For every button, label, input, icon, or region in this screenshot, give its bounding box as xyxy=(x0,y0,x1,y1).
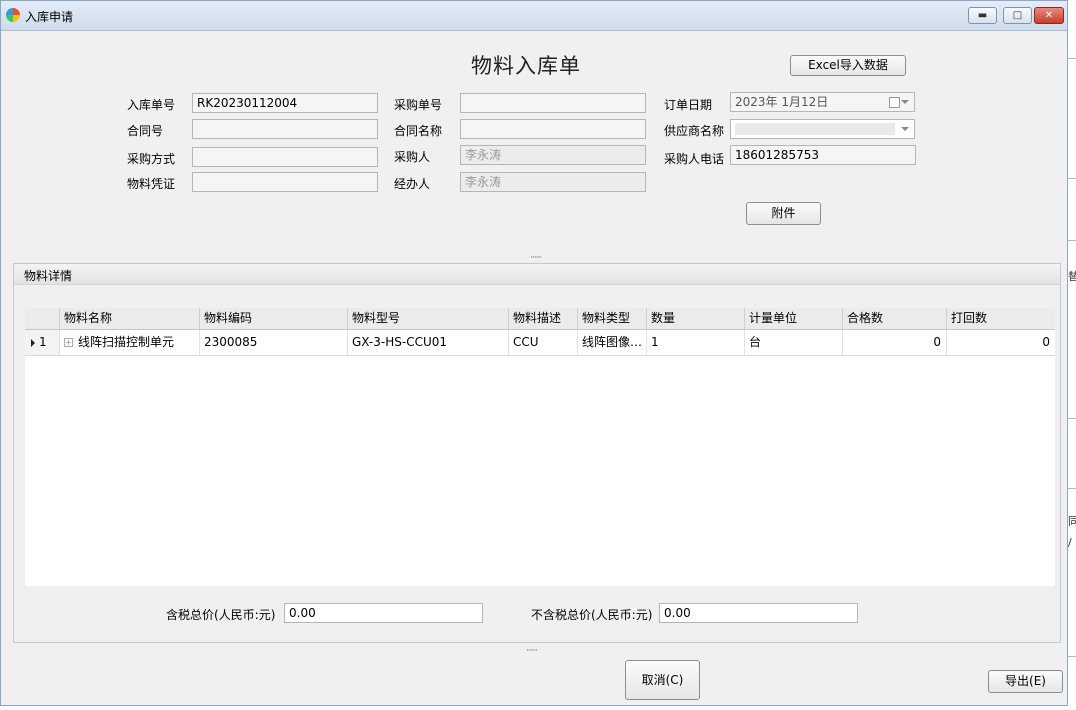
edge-divider xyxy=(1068,58,1076,59)
current-row-icon xyxy=(31,339,35,347)
edge-divider xyxy=(1068,418,1076,419)
purchaser-phone-label: 采购人电话 xyxy=(664,152,725,166)
chevron-down-icon[interactable] xyxy=(901,127,909,131)
minimize-icon: ▬ xyxy=(977,10,988,21)
chevron-down-icon[interactable] xyxy=(901,100,909,104)
contract-name-field[interactable] xyxy=(460,119,646,139)
material-grid: 物料名称 物料编码 物料型号 物料描述 物料类型 数量 计量单位 合格数 打回数… xyxy=(25,308,1055,586)
col-header-unit[interactable]: 计量单位 xyxy=(745,308,843,329)
edge-divider xyxy=(1068,240,1076,241)
export-button[interactable]: 导出(E) xyxy=(988,670,1063,693)
app-logo-icon xyxy=(6,8,20,22)
notax-total-field[interactable]: 0.00 xyxy=(659,603,858,623)
edge-divider xyxy=(1068,656,1076,657)
contract-no-field[interactable] xyxy=(192,119,378,139)
edge-divider xyxy=(1068,488,1076,489)
title-bar: 入库申请 ▬ □ ✕ xyxy=(1,1,1067,31)
material-voucher-label: 物料凭证 xyxy=(127,177,176,191)
tax-total-field[interactable]: 0.00 xyxy=(284,603,483,623)
background-text-fragment: 替 xyxy=(1068,270,1076,283)
cell-model[interactable]: GX-3-HS-CCU01 xyxy=(348,330,509,355)
cell-type[interactable]: 线阵图像… xyxy=(578,330,647,355)
row-indicator: 1 xyxy=(25,330,60,355)
calendar-icon[interactable] xyxy=(889,97,900,108)
col-header-qualified[interactable]: 合格数 xyxy=(843,308,947,329)
background-window-edge xyxy=(1068,0,1076,710)
edge-divider xyxy=(1068,178,1076,179)
inbound-no-label: 入库单号 xyxy=(127,98,176,112)
order-date-label: 订单日期 xyxy=(664,98,713,112)
cell-code[interactable]: 2300085 xyxy=(200,330,348,355)
excel-import-button[interactable]: Excel导入数据 xyxy=(790,55,906,76)
purchase-method-field[interactable] xyxy=(192,147,378,167)
purchaser-phone-field[interactable]: 18601285753 xyxy=(730,145,916,165)
splitter-handle[interactable]: ······ xyxy=(530,253,542,263)
cell-quantity[interactable]: 1 xyxy=(647,330,745,355)
material-voucher-field[interactable] xyxy=(192,172,378,192)
attachment-button[interactable]: 附件 xyxy=(746,202,821,225)
purchase-no-label: 采购单号 xyxy=(394,98,443,112)
supplier-label: 供应商名称 xyxy=(664,124,725,138)
close-icon: ✕ xyxy=(1044,10,1054,21)
maximize-icon: □ xyxy=(1012,10,1023,21)
row-number: 1 xyxy=(39,335,47,349)
purchaser-field[interactable]: 李永涛 xyxy=(460,145,646,165)
supplier-select-fill xyxy=(735,123,895,135)
cell-name[interactable]: + 线阵扫描控制单元 xyxy=(60,330,200,355)
col-header-model[interactable]: 物料型号 xyxy=(348,308,509,329)
background-text-fragment: / xyxy=(1068,536,1072,549)
group-header: 物料详情 xyxy=(14,264,1060,285)
row-indicator-header xyxy=(25,308,60,329)
purchase-no-field[interactable] xyxy=(460,93,646,113)
background-text-fragment: 同 xyxy=(1068,515,1076,528)
form-title: 物料入库单 xyxy=(471,54,581,78)
tax-total-label: 含税总价(人民币:元) xyxy=(166,608,276,622)
window-title: 入库申请 xyxy=(25,10,74,24)
expand-icon[interactable]: + xyxy=(64,338,73,347)
col-header-name[interactable]: 物料名称 xyxy=(60,308,200,329)
col-header-code[interactable]: 物料编码 xyxy=(200,308,348,329)
material-details-group: 物料详情 物料名称 物料编码 物料型号 物料描述 物料类型 数量 计量单位 合格… xyxy=(13,263,1061,643)
order-date-value: 2023年 1月12日 xyxy=(735,95,829,109)
cell-unit[interactable]: 台 xyxy=(745,330,843,355)
cancel-button[interactable]: 取消(C) xyxy=(625,660,700,700)
col-header-description[interactable]: 物料描述 xyxy=(509,308,578,329)
inbound-no-field[interactable]: RK20230112004 xyxy=(192,93,378,113)
handler-label: 经办人 xyxy=(394,177,431,191)
grid-header: 物料名称 物料编码 物料型号 物料描述 物料类型 数量 计量单位 合格数 打回数 xyxy=(25,308,1055,330)
purchaser-label: 采购人 xyxy=(394,150,431,164)
order-date-picker[interactable]: 2023年 1月12日 xyxy=(730,92,915,112)
minimize-button[interactable]: ▬ xyxy=(968,7,997,24)
handler-field[interactable]: 李永涛 xyxy=(460,172,646,192)
cell-name-text: 线阵扫描控制单元 xyxy=(78,335,175,349)
contract-no-label: 合同号 xyxy=(127,124,164,138)
cell-rejected[interactable]: 0 xyxy=(947,330,1055,355)
col-header-type[interactable]: 物料类型 xyxy=(578,308,647,329)
col-header-rejected[interactable]: 打回数 xyxy=(947,308,1055,329)
close-button[interactable]: ✕ xyxy=(1034,7,1064,24)
notax-total-label: 不含税总价(人民币:元) xyxy=(531,608,653,622)
cell-description[interactable]: CCU xyxy=(509,330,578,355)
splitter-handle-bottom[interactable]: ······ xyxy=(526,646,538,656)
contract-name-label: 合同名称 xyxy=(394,124,443,138)
maximize-button[interactable]: □ xyxy=(1003,7,1032,24)
purchase-method-label: 采购方式 xyxy=(127,152,176,166)
supplier-select[interactable] xyxy=(730,119,915,139)
cell-qualified[interactable]: 0 xyxy=(843,330,947,355)
group-title: 物料详情 xyxy=(24,269,73,283)
col-header-quantity[interactable]: 数量 xyxy=(647,308,745,329)
table-row[interactable]: 1 + 线阵扫描控制单元 2300085 GX-3-HS-CCU01 CCU 线… xyxy=(25,330,1055,356)
inbound-request-window: 入库申请 ▬ □ ✕ 物料入库单 Excel导入数据 入库单号 RK202301… xyxy=(0,0,1068,706)
